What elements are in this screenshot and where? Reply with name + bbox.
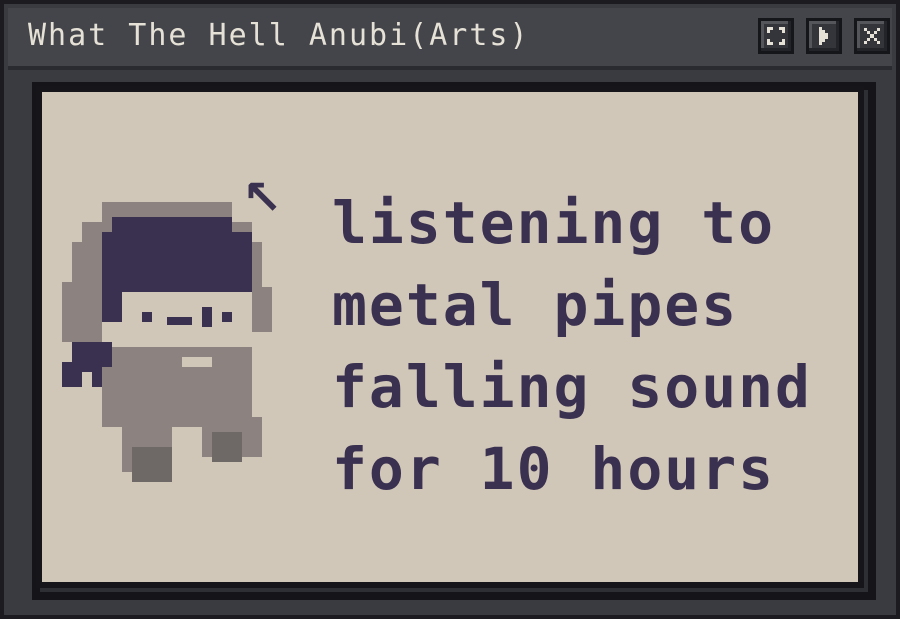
title-bar[interactable]: What The Hell Anubi(Arts) — [8, 8, 892, 70]
arrow-icon: ↖ — [242, 170, 283, 226]
caption-line-2: metal pipes — [332, 271, 739, 339]
image-canvas: ↖ listening to metal pipes falling sound… — [36, 86, 864, 588]
character-illustration — [62, 202, 272, 482]
caption-line-1: listening to — [332, 189, 776, 257]
window-title: What The Hell Anubi(Arts) — [28, 18, 530, 53]
play-icon — [813, 27, 835, 53]
close-button[interactable] — [854, 18, 890, 54]
close-icon — [861, 28, 883, 53]
caption-text: listening to metal pipes falling sound f… — [332, 182, 812, 510]
play-button[interactable] — [806, 18, 842, 54]
maximize-button[interactable] — [758, 18, 794, 54]
maximize-icon — [765, 27, 787, 53]
caption-line-3: falling sound — [332, 353, 812, 421]
caption-line-4: for 10 hours — [332, 435, 776, 503]
